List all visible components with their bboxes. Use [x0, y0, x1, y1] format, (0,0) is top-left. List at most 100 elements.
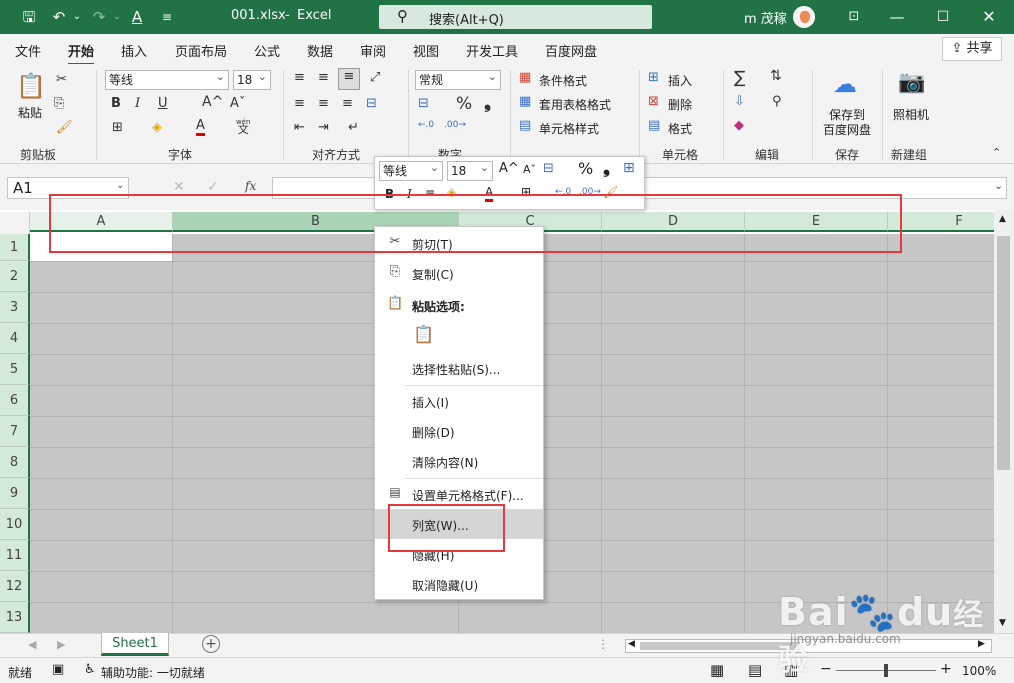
search-box[interactable]: ⚲ 搜索(Alt+Q) — [379, 5, 652, 29]
row-header-13[interactable]: 13 — [0, 602, 30, 633]
tab-view[interactable]: 视图 — [413, 41, 439, 60]
tab-review[interactable]: 审阅 — [360, 41, 386, 60]
mini-size-dropdown[interactable]: 18 — [447, 159, 493, 181]
tab-developer[interactable]: 开发工具 — [466, 41, 518, 60]
paste-label[interactable]: 粘贴 — [18, 104, 42, 121]
row-header-5[interactable]: 5 — [0, 354, 30, 385]
mini-shrink-font-icon[interactable]: Aˇ — [523, 163, 536, 176]
fill-color-icon[interactable]: ◈ — [152, 120, 162, 135]
decrease-decimal-icon[interactable]: .00→ — [444, 120, 466, 130]
align-right-icon[interactable]: ≡ — [342, 96, 353, 111]
vertical-scrollbar[interactable]: ▲ ▼ — [994, 210, 1014, 633]
mini-percent-icon[interactable]: % — [578, 159, 593, 178]
enter-icon[interactable]: ✓ — [207, 179, 219, 195]
text-orientation-icon[interactable]: ⤢ — [370, 70, 380, 85]
merge-center-icon[interactable]: ⊟ — [366, 96, 377, 111]
save-to-label-2[interactable]: 百度网盘 — [823, 121, 871, 138]
menu-item-copy[interactable]: ⎘ 复制(C) — [375, 258, 543, 288]
decrease-indent-icon[interactable]: ⇤ — [294, 120, 305, 135]
align-middle-icon[interactable]: ≡ — [318, 70, 329, 85]
row-header-1[interactable]: 1 — [0, 234, 30, 261]
row-header-12[interactable]: 12 — [0, 571, 30, 602]
menu-item-unhide[interactable]: 取消隐藏(U) — [375, 569, 543, 599]
italic-icon[interactable]: I — [135, 96, 140, 111]
row-header-6[interactable]: 6 — [0, 385, 30, 416]
row-header-3[interactable]: 3 — [0, 292, 30, 323]
tab-data[interactable]: 数据 — [307, 41, 333, 60]
mini-font-dropdown[interactable]: 等线 — [379, 159, 443, 181]
percent-icon[interactable]: % — [456, 94, 472, 114]
copy-icon[interactable]: ⎘ — [54, 96, 64, 111]
bold-icon[interactable]: B — [111, 96, 121, 111]
format-as-table-button[interactable]: 套用表格格式 — [539, 96, 611, 113]
previous-sheet-icon[interactable]: ◀ — [28, 638, 36, 651]
increase-decimal-icon[interactable]: ←.0 — [418, 120, 434, 130]
more-options-icon[interactable]: ⋮ — [597, 637, 609, 651]
accessibility-status[interactable]: 辅助功能: 一切就绪 — [101, 664, 205, 681]
font-size-dropdown[interactable]: 18 — [233, 68, 271, 90]
row-header-8[interactable]: 8 — [0, 447, 30, 478]
menu-item-insert[interactable]: 插入(I) — [375, 386, 543, 416]
camera-icon[interactable]: 📷 — [898, 70, 925, 95]
next-sheet-icon[interactable]: ▶ — [57, 638, 65, 651]
select-all-corner[interactable] — [0, 212, 30, 234]
macro-record-icon[interactable]: ▣ — [52, 662, 64, 677]
font-name-dropdown[interactable]: 等线 — [105, 68, 229, 90]
row-header-9[interactable]: 9 — [0, 478, 30, 509]
mini-grow-font-icon[interactable]: A^ — [499, 161, 519, 176]
close-icon[interactable]: ✕ — [978, 6, 1000, 28]
paste-keep-text-icon[interactable]: 📋 — [413, 325, 435, 349]
minimize-icon[interactable]: — — [886, 6, 908, 28]
scroll-left-icon[interactable]: ◀ — [628, 639, 635, 649]
accessibility-icon[interactable]: ♿ — [84, 662, 96, 677]
underline-icon[interactable]: U — [158, 96, 168, 111]
autosum-icon[interactable]: ∑ — [734, 68, 745, 88]
menu-item-paste-special[interactable]: 选择性粘贴(S)... — [375, 353, 543, 383]
tab-insert[interactable]: 插入 — [121, 41, 147, 60]
ribbon-display-icon[interactable]: ⊡ — [843, 6, 865, 28]
row-header-10[interactable]: 10 — [0, 509, 30, 540]
column-header-f[interactable]: F — [888, 212, 994, 232]
user-name[interactable]: m 茂稼 — [744, 8, 787, 27]
align-center-icon[interactable]: ≡ — [318, 96, 329, 111]
delete-cells-button[interactable]: 删除 — [668, 96, 692, 113]
conditional-format-button[interactable]: 条件格式 — [539, 72, 587, 89]
format-as-table-icon[interactable]: ▦ — [519, 94, 531, 109]
menu-item-delete[interactable]: 删除(D) — [375, 416, 543, 446]
save-icon[interactable]: 🖫 — [18, 6, 40, 28]
paste-icon[interactable]: 📋 — [16, 72, 46, 100]
avatar[interactable] — [793, 6, 815, 28]
format-painter-icon[interactable]: 🖌 — [56, 120, 73, 135]
tab-baidu-netdisk[interactable]: 百度网盘 — [545, 41, 597, 60]
insert-function-icon[interactable]: fx — [245, 179, 256, 193]
format-cells-button[interactable]: 格式 — [668, 120, 692, 137]
horizontal-scroll-thumb[interactable] — [640, 642, 800, 650]
row-header-2[interactable]: 2 — [0, 261, 30, 292]
shrink-font-icon[interactable]: Aˇ — [230, 96, 245, 111]
scroll-up-icon[interactable]: ▲ — [999, 214, 1006, 224]
mini-merge-icon[interactable]: ⊞ — [623, 160, 635, 176]
sheet-tab-sheet1[interactable]: Sheet1 — [101, 633, 169, 656]
share-button[interactable]: ⇪ 共享 — [942, 37, 1002, 61]
page-layout-view-icon[interactable]: ▤ — [748, 661, 762, 679]
comma-style-icon[interactable]: ❟ — [484, 92, 491, 113]
row-header-11[interactable]: 11 — [0, 540, 30, 571]
cut-icon[interactable]: ✂ — [56, 72, 67, 87]
insert-cells-button[interactable]: 插入 — [668, 72, 692, 89]
grow-font-icon[interactable]: A^ — [202, 94, 223, 110]
maximize-icon[interactable]: ☐ — [932, 6, 954, 28]
number-format-dropdown[interactable]: 常规 — [415, 68, 501, 90]
menu-item-clear-contents[interactable]: 清除内容(N) — [375, 446, 543, 476]
find-icon[interactable]: ⚲ — [772, 94, 782, 109]
cell-styles-icon[interactable]: ▤ — [519, 118, 531, 133]
insert-cells-icon[interactable]: ⊞ — [648, 70, 659, 85]
align-bottom-icon[interactable]: ≡ — [338, 68, 360, 90]
tab-page-layout[interactable]: 页面布局 — [175, 41, 227, 60]
align-left-icon[interactable]: ≡ — [294, 96, 305, 111]
add-sheet-icon[interactable]: + — [202, 635, 220, 653]
conditional-format-icon[interactable]: ▦ — [519, 70, 531, 85]
fill-icon[interactable]: ⇩ — [734, 94, 745, 109]
accounting-format-icon[interactable]: ⊟ — [418, 96, 429, 111]
border-icon[interactable]: ⊞ — [112, 120, 123, 135]
cell-styles-button[interactable]: 单元格样式 — [539, 120, 599, 137]
